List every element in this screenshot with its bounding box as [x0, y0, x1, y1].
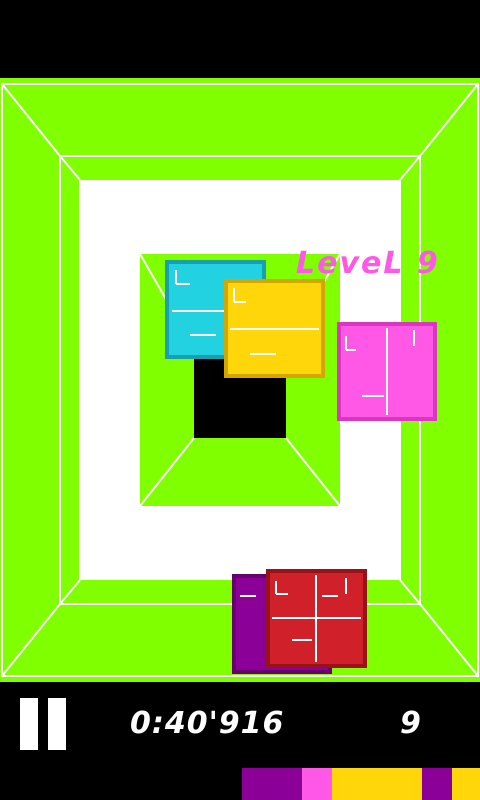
queue-item: [452, 768, 480, 800]
next-block-queue: [242, 768, 480, 800]
pink-block[interactable]: [337, 322, 437, 421]
red-block[interactable]: [266, 569, 367, 668]
top-bar: [0, 0, 480, 78]
tunnel-playfield[interactable]: [0, 78, 480, 682]
level-label: LeveL 9: [296, 246, 440, 281]
timer-display: 0:40'916: [130, 706, 285, 741]
queue-item: [332, 768, 422, 800]
yellow-block[interactable]: [224, 279, 325, 378]
pause-icon-bar-right: [48, 698, 66, 750]
pause-button[interactable]: [18, 698, 70, 750]
pause-icon-bar-left: [20, 698, 38, 750]
queue-item: [422, 768, 452, 800]
score-display: 9: [400, 706, 422, 741]
queue-item: [242, 768, 302, 800]
queue-item: [302, 768, 332, 800]
